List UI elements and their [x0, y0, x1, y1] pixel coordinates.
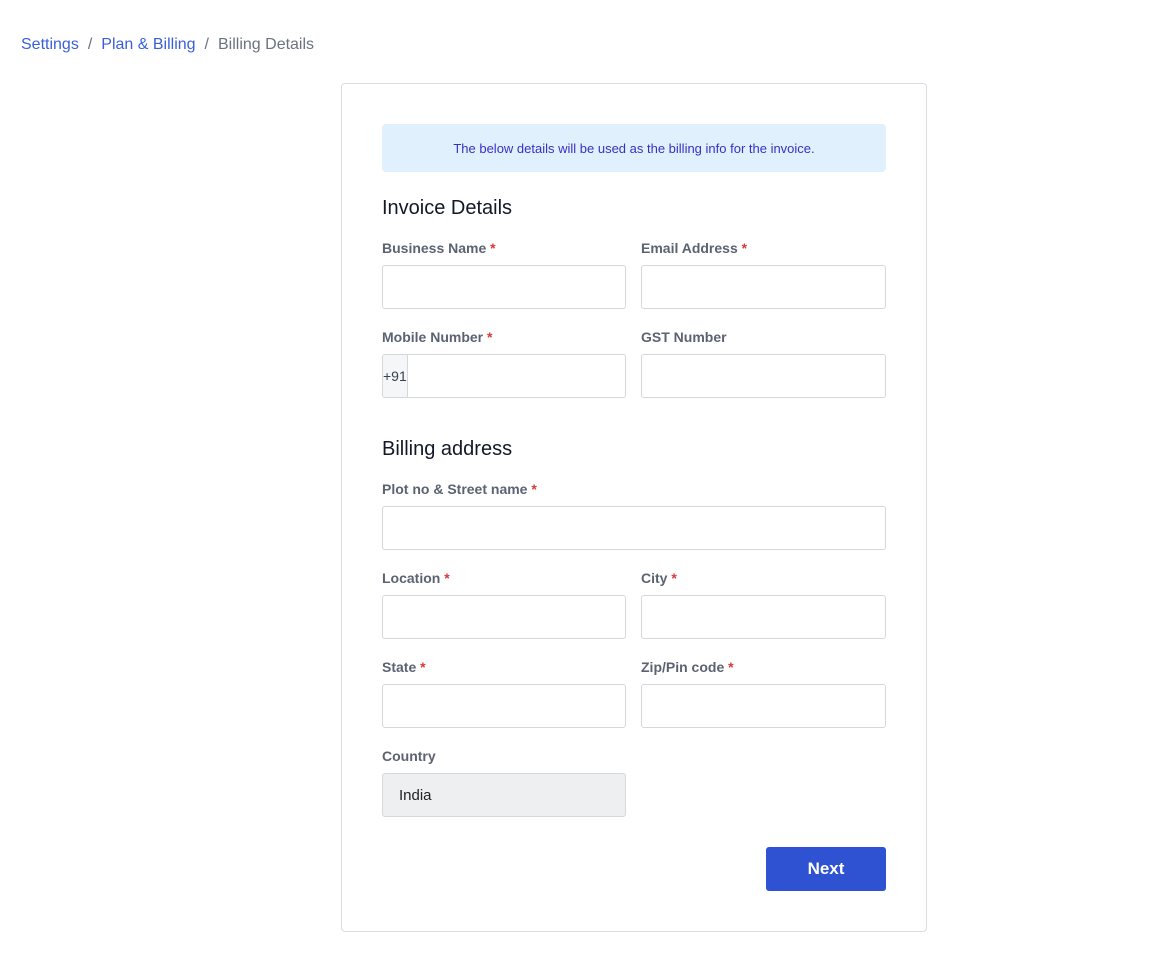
street-label-text: Plot no & Street name [382, 481, 528, 497]
invoice-details-title: Invoice Details [382, 197, 513, 219]
zip-label-text: Zip/Pin code [641, 659, 725, 675]
breadcrumb-current: Billing Details [218, 36, 315, 53]
business-name-input[interactable] [382, 265, 626, 309]
email-label: Email Address * [641, 239, 747, 257]
breadcrumb: Settings / Plan & Billing / Billing Deta… [21, 35, 314, 55]
mobile-number-label-text: Mobile Number [382, 329, 484, 345]
billing-address-title: Billing address [382, 438, 513, 460]
required-mark: * [741, 240, 748, 256]
mobile-number-field: +91 [382, 354, 626, 398]
city-label-text: City [641, 570, 668, 586]
zip-input[interactable] [641, 684, 886, 728]
email-input[interactable] [641, 265, 886, 309]
business-name-label: Business Name * [382, 239, 496, 257]
location-label: Location * [382, 569, 450, 587]
zip-label: Zip/Pin code * [641, 658, 734, 676]
required-mark: * [490, 240, 496, 256]
country-code-prefix: +91 [383, 355, 408, 397]
country-input [382, 773, 626, 817]
city-label: City * [641, 569, 677, 587]
state-label-text: State [382, 659, 417, 675]
gst-number-input[interactable] [641, 354, 886, 398]
email-label-text: Email Address [641, 240, 738, 256]
city-input[interactable] [641, 595, 886, 639]
notice-text: The below details will be used as the bi… [453, 140, 815, 156]
mobile-number-label: Mobile Number * [382, 328, 492, 346]
gst-number-label-text: GST Number [641, 329, 727, 345]
billing-info-notice: The below details will be used as the bi… [382, 124, 886, 172]
state-label: State * [382, 658, 426, 676]
gst-number-label: GST Number [641, 328, 727, 346]
required-mark: * [487, 329, 493, 345]
street-label: Plot no & Street name * [382, 480, 537, 498]
street-input[interactable] [382, 506, 886, 550]
required-mark: * [728, 659, 734, 675]
business-name-label-text: Business Name [382, 240, 487, 256]
next-button[interactable]: Next [766, 847, 886, 891]
billing-details-card: The below details will be used as the bi… [341, 83, 927, 932]
breadcrumb-separator: / [204, 36, 209, 53]
required-mark: * [531, 481, 537, 497]
required-mark: * [444, 570, 450, 586]
required-mark: * [420, 659, 426, 675]
breadcrumb-settings-link[interactable]: Settings [21, 35, 79, 55]
breadcrumb-separator: / [87, 36, 93, 53]
country-label-text: Country [382, 748, 436, 764]
country-label: Country [382, 747, 436, 765]
breadcrumb-plan-billing-link[interactable]: Plan & Billing [101, 35, 195, 55]
state-input[interactable] [382, 684, 626, 728]
location-label-text: Location [382, 570, 441, 586]
mobile-number-input[interactable] [407, 355, 625, 397]
location-input[interactable] [382, 595, 626, 639]
required-mark: * [671, 570, 677, 586]
